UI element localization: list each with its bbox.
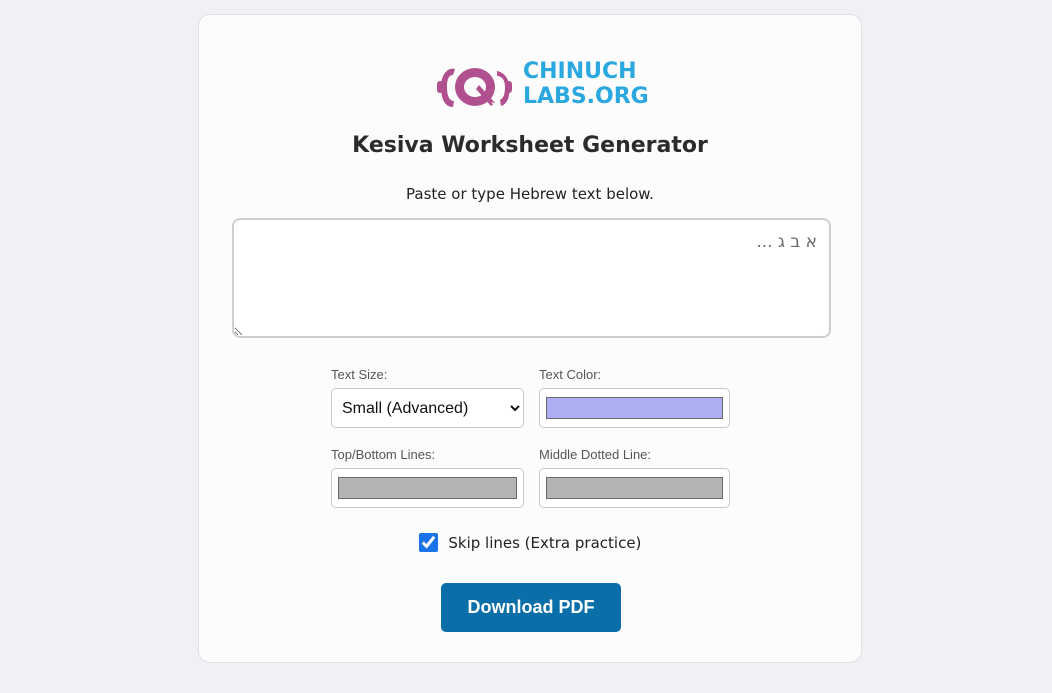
text-size-field: Text Size: Small (Advanced) — [331, 367, 524, 428]
top-bottom-lines-swatch — [338, 477, 517, 499]
skip-lines-row: Skip lines (Extra practice) — [199, 533, 861, 552]
download-pdf-button[interactable]: Download PDF — [441, 583, 621, 632]
text-color-label: Text Color: — [539, 367, 602, 382]
logo-line-2: LABS.ORG — [523, 84, 649, 109]
text-size-label: Text Size: — [331, 367, 388, 382]
middle-dotted-line-color-picker[interactable] — [539, 468, 730, 508]
middle-dotted-line-swatch — [546, 477, 723, 499]
text-size-select[interactable]: Small (Advanced) — [331, 388, 524, 428]
hebrew-text-input[interactable] — [232, 218, 831, 338]
text-color-swatch — [546, 397, 723, 419]
logo-mark-icon — [437, 68, 512, 107]
top-bottom-lines-label: Top/Bottom Lines: — [331, 447, 436, 462]
top-bottom-lines-field: Top/Bottom Lines: — [331, 447, 524, 508]
generator-card: CHINUCH LABS.ORG Kesiva Worksheet Genera… — [198, 14, 862, 663]
page-title: Kesiva Worksheet Generator — [352, 133, 708, 158]
skip-lines-label[interactable]: Skip lines (Extra practice) — [448, 534, 641, 552]
logo-wordmark: CHINUCH LABS.ORG — [523, 59, 649, 109]
chinuch-labs-logo: CHINUCH LABS.ORG — [435, 55, 649, 115]
logo-line-1: CHINUCH — [523, 59, 637, 84]
text-color-field: Text Color: — [539, 367, 730, 428]
text-color-picker[interactable] — [539, 388, 730, 428]
top-bottom-lines-color-picker[interactable] — [331, 468, 524, 508]
middle-dotted-line-field: Middle Dotted Line: — [539, 447, 730, 508]
instructions-text: Paste or type Hebrew text below. — [406, 185, 654, 203]
middle-dotted-line-label: Middle Dotted Line: — [539, 447, 652, 462]
skip-lines-checkbox[interactable] — [418, 533, 438, 552]
